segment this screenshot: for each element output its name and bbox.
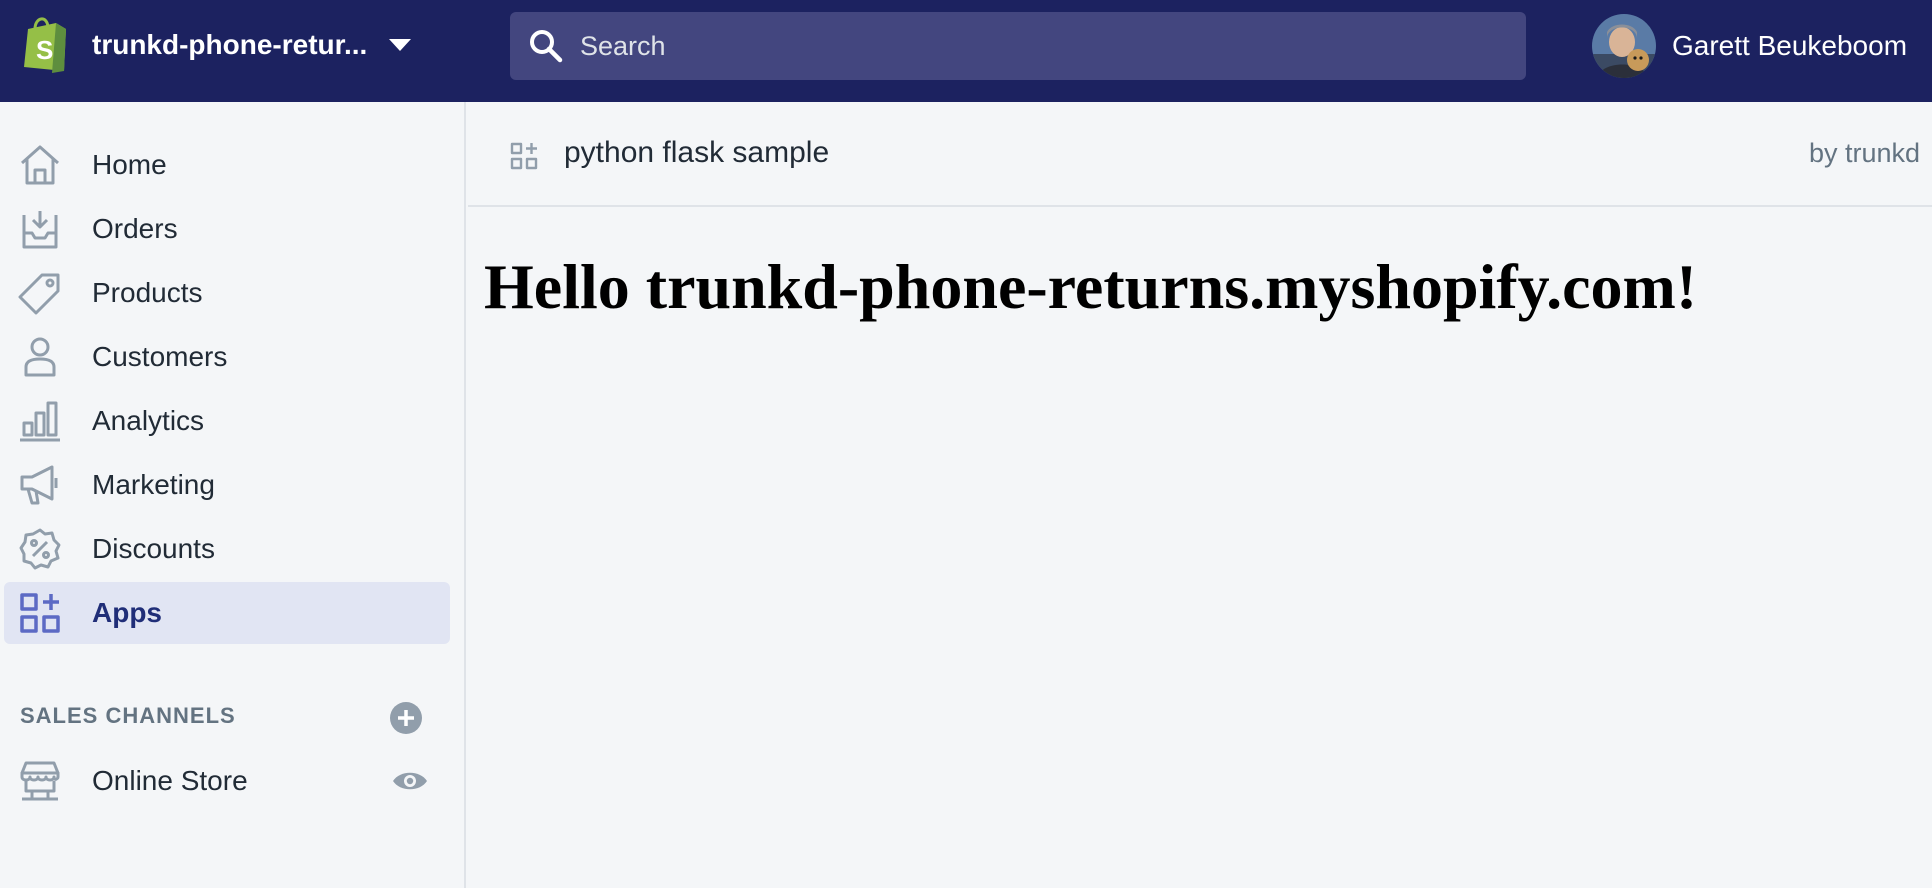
sidebar-item-marketing[interactable]: Marketing [4,454,450,516]
page-heading: Hello trunkd-phone-returns.myshopify.com… [484,251,1698,322]
shopify-bag-icon: S [24,17,66,73]
tag-icon [18,273,60,315]
sidebar-item-label: Customers [92,341,228,372]
home-icon [21,145,59,185]
sidebar-item-discounts[interactable]: Discounts [4,518,450,580]
apps-grid-icon [20,593,60,633]
sidebar-item-label: Orders [92,213,178,244]
app-header: python flask sample by trunkd [468,102,1932,207]
store-switcher[interactable]: S trunkd-phone-retur... [20,15,412,75]
bar-chart-icon [20,401,60,442]
sidebar-item-label: Home [92,149,167,180]
search-icon [530,30,563,63]
sidebar-item-label: Online Store [92,765,248,796]
sidebar-item-label: Apps [92,597,162,628]
plus-circle-icon[interactable] [390,702,422,734]
app-title: python flask sample [564,136,830,169]
sidebar-item-online-store[interactable]: Online Store [4,750,450,812]
sidebar-item-products[interactable]: Products [4,262,450,324]
sidebar: Home Orders Products Customers Analytics… [0,102,466,888]
person-icon [24,337,56,377]
search-input[interactable] [580,12,1526,80]
storefront-icon [20,761,60,801]
orders-inbox-icon [22,211,58,249]
app-developer-credit: by trunkd [1808,138,1920,168]
megaphone-icon [20,465,58,505]
discount-badge-icon [19,528,61,570]
eye-icon[interactable] [392,769,428,793]
user-name: Garett Beukeboom [1672,30,1908,61]
sidebar-item-customers[interactable]: Customers [4,326,450,388]
user-avatar [1592,14,1656,78]
search-bar[interactable] [510,12,1526,80]
sidebar-item-label: Products [92,277,203,308]
svg-text:S: S [36,35,53,65]
sales-channels-title: SALES CHANNELS [20,703,236,728]
sidebar-item-analytics[interactable]: Analytics [4,390,450,452]
sidebar-item-home[interactable]: Home [4,134,450,196]
chevron-down-icon [389,39,412,51]
apps-grid-icon [510,142,538,170]
store-name: trunkd-phone-retur... [92,29,368,60]
sidebar-item-label: Marketing [92,469,215,500]
user-menu[interactable]: Garett Beukeboom [1592,13,1907,79]
sidebar-item-apps[interactable]: Apps [4,582,450,644]
sidebar-item-label: Discounts [92,533,215,564]
sidebar-item-label: Analytics [92,405,205,436]
sidebar-item-orders[interactable]: Orders [4,198,450,260]
top-bar: S trunkd-phone-retur... Garett Beukeboom [0,0,1932,102]
